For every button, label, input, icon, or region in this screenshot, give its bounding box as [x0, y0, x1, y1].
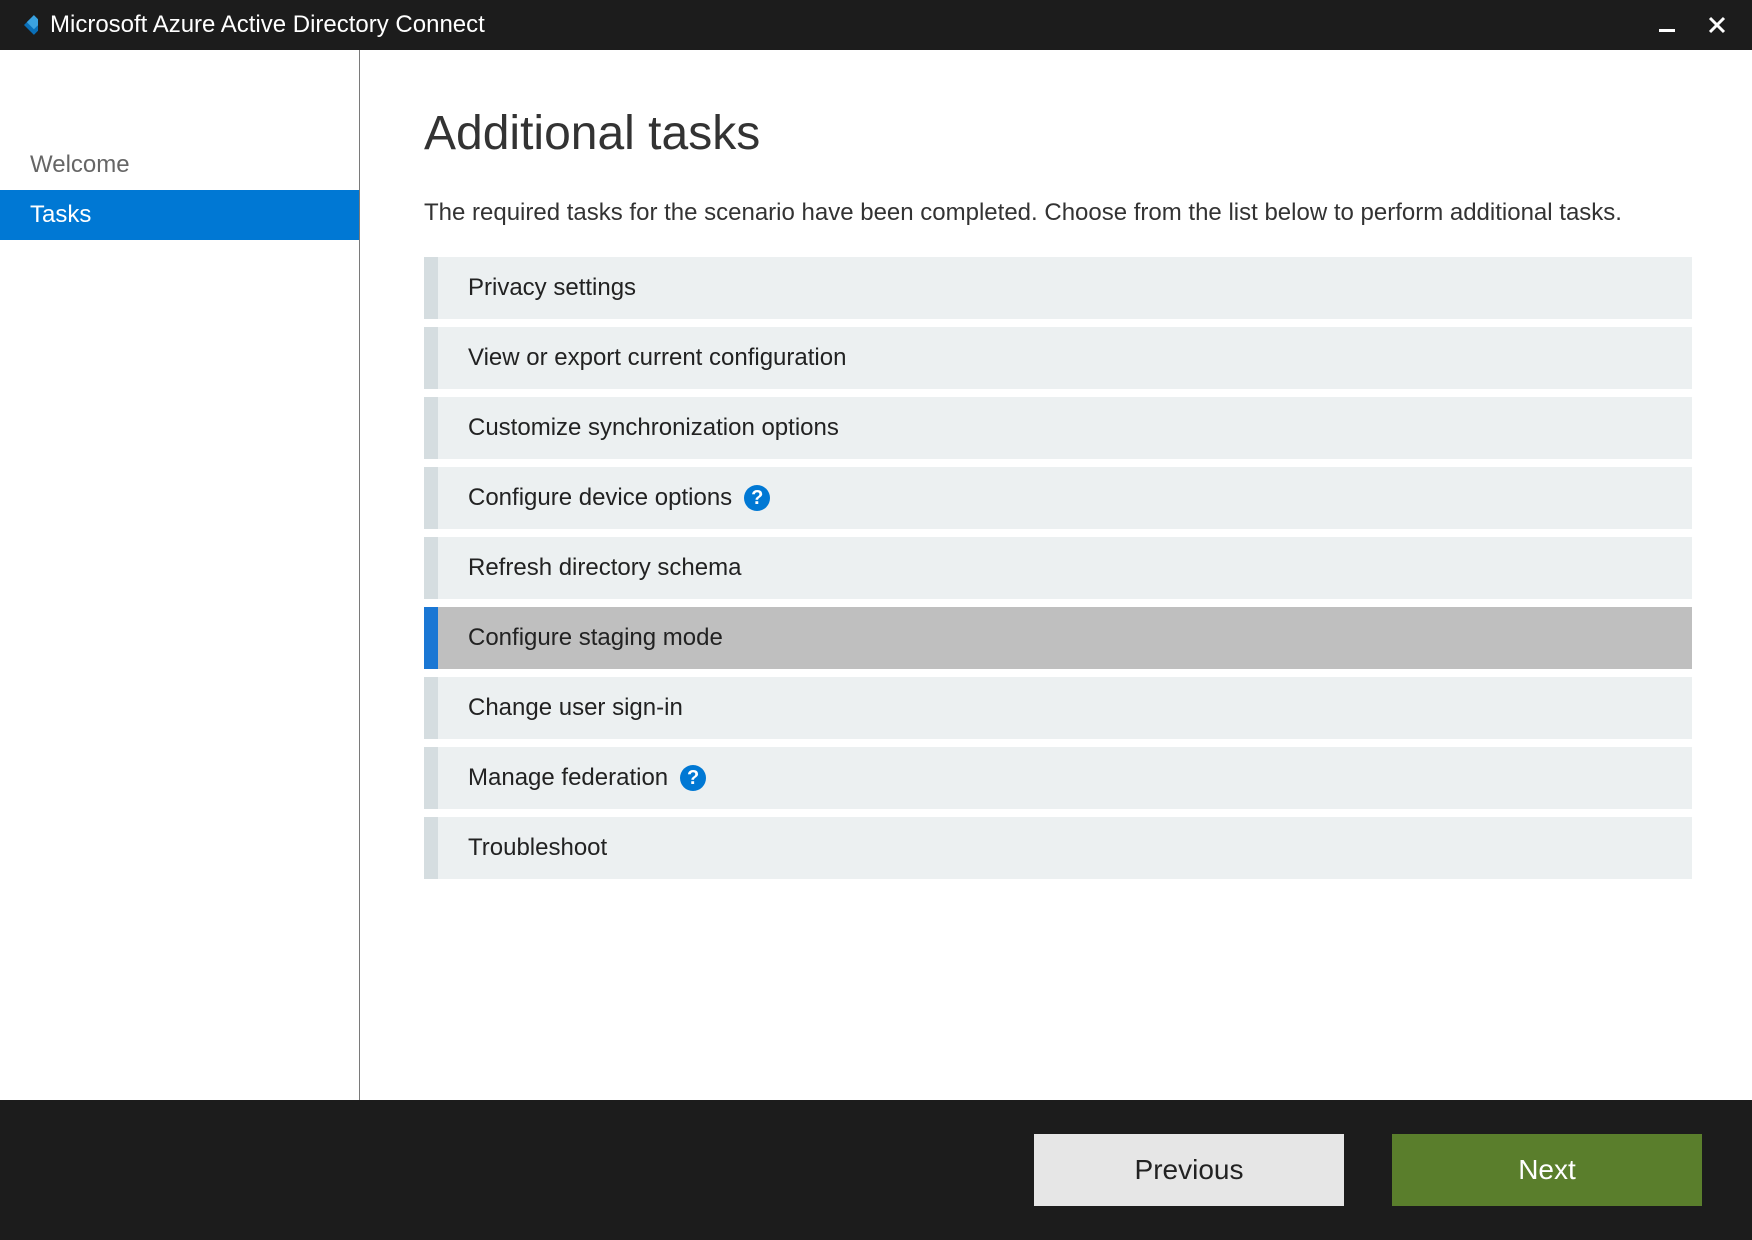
task-view-export-config[interactable]: View or export current configuration	[424, 327, 1692, 389]
task-configure-staging-mode[interactable]: Configure staging mode	[424, 607, 1692, 669]
task-accent	[424, 607, 438, 669]
help-icon[interactable]: ?	[744, 485, 770, 511]
minimize-button[interactable]	[1642, 5, 1692, 45]
task-label: View or export current configuration	[468, 344, 846, 372]
next-button[interactable]: Next	[1392, 1134, 1702, 1206]
help-icon[interactable]: ?	[680, 765, 706, 791]
task-manage-federation[interactable]: Manage federation ?	[424, 747, 1692, 809]
task-accent	[424, 257, 438, 319]
task-privacy-settings[interactable]: Privacy settings	[424, 257, 1692, 319]
task-accent	[424, 817, 438, 879]
task-troubleshoot[interactable]: Troubleshoot	[424, 817, 1692, 879]
task-refresh-schema[interactable]: Refresh directory schema	[424, 537, 1692, 599]
azure-logo-icon	[10, 11, 38, 39]
page-description: The required tasks for the scenario have…	[424, 197, 1692, 229]
task-label: Troubleshoot	[468, 834, 607, 862]
sidebar: Welcome Tasks	[0, 50, 360, 1100]
previous-button[interactable]: Previous	[1034, 1134, 1344, 1206]
close-button[interactable]	[1692, 5, 1742, 45]
task-label: Configure device options	[468, 484, 732, 512]
main-content: Additional tasks The required tasks for …	[360, 50, 1752, 1100]
page-heading: Additional tasks	[424, 106, 1692, 161]
sidebar-item-label: Tasks	[30, 201, 91, 229]
sidebar-item-welcome[interactable]: Welcome	[0, 140, 359, 190]
task-accent	[424, 747, 438, 809]
task-label: Customize synchronization options	[468, 414, 839, 442]
task-accent	[424, 467, 438, 529]
task-accent	[424, 397, 438, 459]
sidebar-item-tasks[interactable]: Tasks	[0, 190, 359, 240]
task-list: Privacy settings View or export current …	[424, 257, 1692, 879]
task-customize-sync[interactable]: Customize synchronization options	[424, 397, 1692, 459]
footer-bar: Previous Next	[0, 1100, 1752, 1240]
task-accent	[424, 677, 438, 739]
sidebar-item-label: Welcome	[30, 151, 130, 179]
task-change-user-signin[interactable]: Change user sign-in	[424, 677, 1692, 739]
title-bar: Microsoft Azure Active Directory Connect	[0, 0, 1752, 50]
task-label: Refresh directory schema	[468, 554, 741, 582]
task-label: Privacy settings	[468, 274, 636, 302]
task-label: Configure staging mode	[468, 624, 723, 652]
task-accent	[424, 327, 438, 389]
task-label: Change user sign-in	[468, 694, 683, 722]
task-accent	[424, 537, 438, 599]
task-configure-device-options[interactable]: Configure device options ?	[424, 467, 1692, 529]
window-title: Microsoft Azure Active Directory Connect	[50, 11, 1642, 39]
task-label: Manage federation	[468, 764, 668, 792]
